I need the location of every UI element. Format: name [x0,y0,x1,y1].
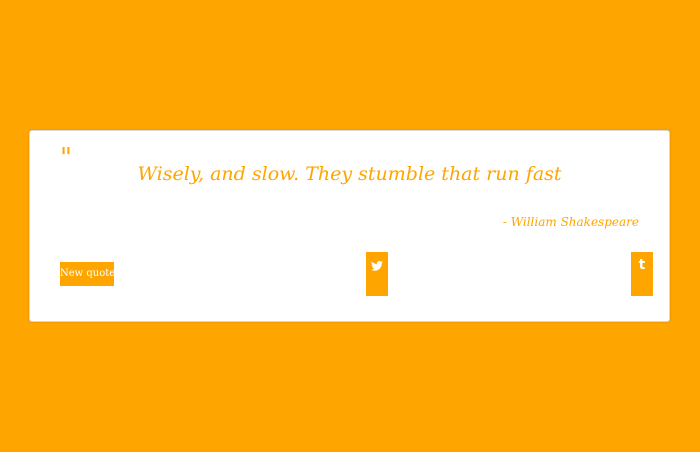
tumblr-icon: t [638,257,646,273]
tumblr-share-button[interactable]: t [631,252,653,296]
quote-author: - William Shakespeare [502,215,639,229]
twitter-icon [371,261,383,271]
page: { "colors": { "background": "#FFA500", "… [0,0,700,452]
quote-card: " Wisely, and slow. They stumble that ru… [29,130,670,322]
quote-text: Wisely, and slow. They stumble that run … [137,163,562,185]
new-quote-button[interactable]: New quote [60,262,115,286]
tweet-button[interactable] [366,252,388,296]
